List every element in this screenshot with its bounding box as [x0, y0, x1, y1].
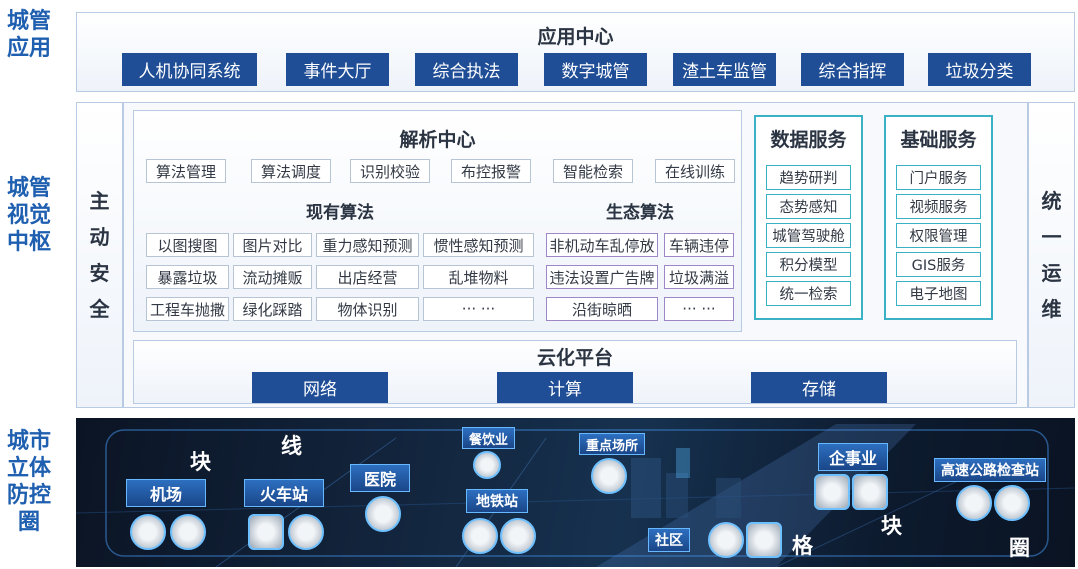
side-label-app: 城管应用 — [6, 9, 51, 61]
existing-algorithms-title: 现有算法 — [306, 203, 374, 223]
box-camera-icon — [473, 451, 501, 479]
app-item-command[interactable]: 综合指挥 — [801, 53, 904, 86]
base-services-title: 基础服务 — [900, 129, 977, 151]
location-train-station[interactable]: 火车站 — [244, 479, 324, 507]
box-camera-icon — [591, 458, 627, 494]
app-center-title: 应用中心 — [537, 26, 614, 48]
location-airport[interactable]: 机场 — [126, 479, 206, 507]
cloud-item-storage[interactable]: 存储 — [751, 372, 887, 403]
location-highway-checkpoint[interactable]: 高速公路检查站 — [934, 458, 1046, 482]
box-camera-icon — [852, 474, 888, 510]
grid-word-grid: 格 — [792, 534, 813, 558]
right-col-char: 维 — [1041, 297, 1062, 321]
algo-item[interactable]: 重力感知预测 — [316, 233, 419, 257]
left-col-char: 主 — [89, 189, 110, 213]
map-background-lines — [76, 424, 1075, 567]
eco-algo-item[interactable]: 垃圾满溢 — [664, 265, 734, 289]
location-key-site[interactable]: 重点场所 — [579, 433, 646, 455]
eco-algorithms-title: 生态算法 — [606, 203, 674, 223]
data-service-item[interactable]: 积分模型 — [766, 252, 851, 277]
dome-camera-icon — [500, 518, 536, 554]
location-catering[interactable]: 餐饮业 — [462, 427, 516, 449]
bullet-camera-icon — [994, 485, 1030, 521]
algo-item[interactable]: 绿化踩踏 — [233, 297, 312, 321]
eco-algo-item[interactable]: 违法设置广告牌 — [546, 265, 658, 289]
app-item-digital[interactable]: 数字城管 — [544, 53, 647, 86]
data-services-title: 数据服务 — [770, 129, 847, 151]
bullet-camera-icon — [956, 485, 992, 521]
unified-ops-column: 统 一 运 维 — [1028, 102, 1075, 408]
eco-algo-item[interactable]: 沿街晾晒 — [546, 297, 658, 321]
data-service-item[interactable]: 态势感知 — [766, 194, 851, 219]
dome-camera-icon — [130, 514, 166, 550]
tool-search[interactable]: 智能检索 — [553, 159, 633, 183]
base-service-item[interactable]: GIS服务 — [896, 252, 981, 277]
eco-algo-item[interactable]: 非机动车乱停放 — [546, 233, 658, 257]
algo-item[interactable]: 惯性感知预测 — [423, 233, 534, 257]
tool-algorithm-mgmt[interactable]: 算法管理 — [146, 159, 226, 183]
tool-verify[interactable]: 识别校验 — [350, 159, 430, 183]
app-item-muck-truck[interactable]: 渣土车监管 — [673, 53, 776, 86]
cloud-item-network[interactable]: 网络 — [252, 372, 388, 403]
analysis-center-title: 解析中心 — [399, 129, 476, 151]
active-security-column: 主 动 安 全 — [76, 102, 123, 408]
left-col-char: 安 — [89, 261, 110, 285]
data-service-item[interactable]: 趋势研判 — [766, 165, 851, 190]
location-enterprise[interactable]: 企事业 — [818, 443, 888, 471]
eco-algo-item: ··· ··· — [664, 297, 734, 321]
architecture-diagram: 城管应用 城管视觉中枢 城市立体防控圈 应用中心 人机协同系统 事件大厅 综合执… — [0, 0, 1078, 569]
base-service-item[interactable]: 视频服务 — [896, 194, 981, 219]
left-col-char: 全 — [89, 297, 110, 321]
city-defense-map: 块 线 格 块 圈 机场 火车站 医院 餐饮业 地铁站 重点场所 企事业 社区 — [76, 418, 1075, 567]
base-service-item[interactable]: 权限管理 — [896, 223, 981, 248]
location-community[interactable]: 社区 — [648, 528, 690, 552]
bullet-camera-icon — [170, 514, 206, 550]
card-reader-icon — [746, 522, 782, 558]
cloud-platform-title: 云化平台 — [536, 347, 613, 369]
side-label-hub: 城管视觉中枢 — [6, 176, 51, 255]
algo-item[interactable]: 物体识别 — [316, 297, 419, 321]
algo-item[interactable]: 乱堆物料 — [423, 265, 534, 289]
left-col-char: 动 — [89, 225, 110, 249]
algo-item: ··· ··· — [423, 297, 534, 321]
dome-camera-icon — [365, 496, 401, 532]
algo-item[interactable]: 出店经营 — [316, 265, 419, 289]
algo-item[interactable]: 以图搜图 — [146, 233, 229, 257]
app-item-event-hall[interactable]: 事件大厅 — [286, 53, 389, 86]
data-service-item[interactable]: 统一检索 — [766, 281, 851, 306]
algo-item[interactable]: 暴露垃圾 — [146, 265, 229, 289]
tool-training[interactable]: 在线训练 — [655, 159, 735, 183]
grid-word-circle: 圈 — [1009, 536, 1030, 560]
right-col-char: 运 — [1041, 261, 1062, 285]
cloud-item-compute[interactable]: 计算 — [497, 372, 633, 403]
grid-word-block-2: 块 — [881, 514, 902, 538]
algo-item[interactable]: 工程车抛撒 — [146, 297, 229, 321]
tool-algorithm-dispatch[interactable]: 算法调度 — [251, 159, 331, 183]
card-reader-icon — [248, 514, 284, 550]
algo-item[interactable]: 流动摊贩 — [233, 265, 312, 289]
right-col-char: 一 — [1041, 225, 1062, 249]
right-col-char: 统 — [1041, 189, 1062, 213]
algo-item[interactable]: 图片对比 — [233, 233, 312, 257]
bullet-camera-icon — [462, 518, 498, 554]
app-item-collab[interactable]: 人机协同系统 — [122, 53, 257, 86]
grid-word-line: 线 — [281, 434, 302, 458]
location-hospital[interactable]: 医院 — [350, 464, 410, 492]
base-service-item[interactable]: 电子地图 — [896, 281, 981, 306]
grid-word-block: 块 — [190, 450, 211, 474]
data-service-item[interactable]: 城管驾驶舱 — [766, 223, 851, 248]
base-service-item[interactable]: 门户服务 — [896, 165, 981, 190]
face-terminal-icon — [288, 514, 324, 550]
app-item-garbage[interactable]: 垃圾分类 — [928, 53, 1031, 86]
app-item-enforcement[interactable]: 综合执法 — [415, 53, 518, 86]
side-label-defense: 城市立体防控圈 — [6, 429, 51, 535]
bullet-camera-icon — [708, 522, 744, 558]
box-camera-icon — [814, 474, 850, 510]
tool-alarm[interactable]: 布控报警 — [451, 159, 531, 183]
eco-algo-item[interactable]: 车辆违停 — [664, 233, 734, 257]
location-metro[interactable]: 地铁站 — [466, 489, 528, 513]
